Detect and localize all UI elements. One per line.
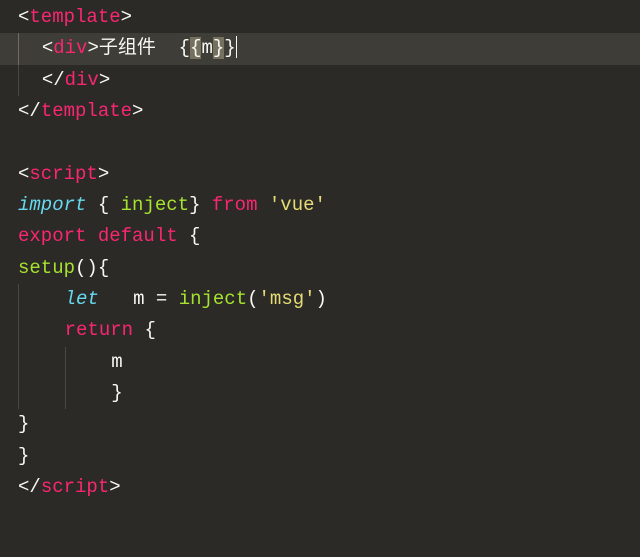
code-line: } bbox=[18, 378, 622, 409]
code-line: setup(){ bbox=[18, 253, 622, 284]
code-line: } bbox=[18, 409, 622, 440]
code-line: import { inject} from 'vue' bbox=[18, 190, 622, 221]
code-line: return { bbox=[18, 315, 622, 346]
code-editor[interactable]: <template> <div>子组件 {{m}} </div> </templ… bbox=[0, 0, 640, 506]
code-line-blank bbox=[18, 127, 622, 158]
code-line: </template> bbox=[18, 96, 622, 127]
code-line: m bbox=[18, 347, 622, 378]
text-cursor bbox=[236, 36, 237, 58]
code-line: </div> bbox=[18, 65, 622, 96]
code-line: let m = inject('msg') bbox=[18, 284, 622, 315]
code-line: export default { bbox=[18, 221, 622, 252]
code-line-highlighted: <div>子组件 {{m}} bbox=[0, 33, 640, 64]
code-line: </script> bbox=[18, 472, 622, 503]
code-line: <script> bbox=[18, 159, 622, 190]
code-line: } bbox=[18, 441, 622, 472]
code-line: <template> bbox=[18, 2, 622, 33]
